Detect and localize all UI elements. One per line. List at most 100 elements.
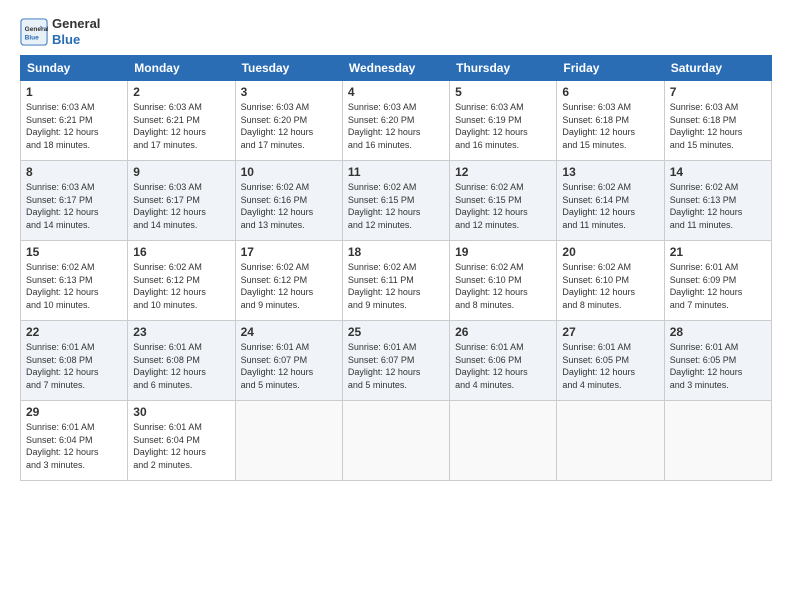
day-number: 24 [241, 325, 337, 339]
day-number: 30 [133, 405, 229, 419]
day-number: 22 [26, 325, 122, 339]
day-number: 13 [562, 165, 658, 179]
calendar-cell: 11 Sunrise: 6:02 AMSunset: 6:15 PMDayligh… [342, 161, 449, 241]
calendar-cell: 8 Sunrise: 6:03 AMSunset: 6:17 PMDaylight… [21, 161, 128, 241]
day-info: Sunrise: 6:02 AMSunset: 6:10 PMDaylight:… [455, 261, 551, 311]
day-number: 26 [455, 325, 551, 339]
day-info: Sunrise: 6:01 AMSunset: 6:08 PMDaylight:… [133, 341, 229, 391]
day-number: 20 [562, 245, 658, 259]
calendar-cell: 15Sunrise: 6:02 AMSunset: 6:13 PMDayligh… [21, 241, 128, 321]
calendar-cell: 17 Sunrise: 6:02 AMSunset: 6:12 PMDayligh… [235, 241, 342, 321]
day-number: 10 [241, 165, 337, 179]
day-number: 7 [670, 85, 766, 99]
day-info: Sunrise: 6:03 AMSunset: 6:18 PMDaylight:… [562, 101, 658, 151]
header-tuesday: Tuesday [235, 56, 342, 81]
header-wednesday: Wednesday [342, 56, 449, 81]
day-number: 23 [133, 325, 229, 339]
day-number: 11 [348, 165, 444, 179]
day-info: Sunrise: 6:02 AMSunset: 6:15 PMDaylight:… [348, 181, 444, 231]
week-row-4: 22 Sunrise: 6:01 AMSunset: 6:08 PMDayligh… [21, 321, 772, 401]
header-sunday: Sunday [21, 56, 128, 81]
calendar-cell [664, 401, 771, 481]
calendar-cell: 30 Sunrise: 6:01 AMSunset: 6:04 PMDayligh… [128, 401, 235, 481]
day-info: Sunrise: 6:01 AMSunset: 6:07 PMDaylight:… [241, 341, 337, 391]
day-info: Sunrise: 6:01 AMSunset: 6:05 PMDaylight:… [670, 341, 766, 391]
calendar-cell: 26 Sunrise: 6:01 AMSunset: 6:06 PMDayligh… [450, 321, 557, 401]
day-info: Sunrise: 6:03 AMSunset: 6:18 PMDaylight:… [670, 101, 766, 151]
calendar-cell [342, 401, 449, 481]
day-number: 2 [133, 85, 229, 99]
day-number: 27 [562, 325, 658, 339]
day-info: Sunrise: 6:01 AMSunset: 6:04 PMDaylight:… [26, 421, 122, 471]
day-info: Sunrise: 6:02 AMSunset: 6:12 PMDaylight:… [241, 261, 337, 311]
day-number: 1 [26, 85, 122, 99]
day-info: Sunrise: 6:01 AMSunset: 6:04 PMDaylight:… [133, 421, 229, 471]
day-number: 18 [348, 245, 444, 259]
header-thursday: Thursday [450, 56, 557, 81]
day-number: 21 [670, 245, 766, 259]
day-info: Sunrise: 6:03 AMSunset: 6:20 PMDaylight:… [348, 101, 444, 151]
day-info: Sunrise: 6:02 AMSunset: 6:12 PMDaylight:… [133, 261, 229, 311]
calendar-cell: 6 Sunrise: 6:03 AMSunset: 6:18 PMDaylight… [557, 81, 664, 161]
week-row-5: 29 Sunrise: 6:01 AMSunset: 6:04 PMDayligh… [21, 401, 772, 481]
logo-blue: Blue [52, 32, 100, 48]
day-number: 16 [133, 245, 229, 259]
calendar-cell [557, 401, 664, 481]
calendar-cell: 13 Sunrise: 6:02 AMSunset: 6:14 PMDayligh… [557, 161, 664, 241]
calendar-cell: 20 Sunrise: 6:02 AMSunset: 6:10 PMDayligh… [557, 241, 664, 321]
logo-general: General [52, 16, 100, 31]
calendar-cell: 5 Sunrise: 6:03 AMSunset: 6:19 PMDaylight… [450, 81, 557, 161]
calendar-cell [235, 401, 342, 481]
day-number: 17 [241, 245, 337, 259]
calendar-cell: 28Sunrise: 6:01 AMSunset: 6:05 PMDayligh… [664, 321, 771, 401]
calendar-cell: 24 Sunrise: 6:01 AMSunset: 6:07 PMDayligh… [235, 321, 342, 401]
calendar-cell [450, 401, 557, 481]
day-number: 3 [241, 85, 337, 99]
calendar-cell: 23 Sunrise: 6:01 AMSunset: 6:08 PMDayligh… [128, 321, 235, 401]
day-number: 8 [26, 165, 122, 179]
day-number: 9 [133, 165, 229, 179]
svg-text:Blue: Blue [25, 34, 39, 41]
day-info: Sunrise: 6:03 AMSunset: 6:17 PMDaylight:… [133, 181, 229, 231]
day-number: 25 [348, 325, 444, 339]
week-row-3: 15Sunrise: 6:02 AMSunset: 6:13 PMDayligh… [21, 241, 772, 321]
day-number: 6 [562, 85, 658, 99]
calendar-cell: 12Sunrise: 6:02 AMSunset: 6:15 PMDayligh… [450, 161, 557, 241]
calendar-cell: 18Sunrise: 6:02 AMSunset: 6:11 PMDayligh… [342, 241, 449, 321]
day-info: Sunrise: 6:02 AMSunset: 6:13 PMDaylight:… [670, 181, 766, 231]
day-info: Sunrise: 6:03 AMSunset: 6:17 PMDaylight:… [26, 181, 122, 231]
day-number: 19 [455, 245, 551, 259]
header-friday: Friday [557, 56, 664, 81]
day-info: Sunrise: 6:01 AMSunset: 6:08 PMDaylight:… [26, 341, 122, 391]
calendar-cell: 19 Sunrise: 6:02 AMSunset: 6:10 PMDayligh… [450, 241, 557, 321]
day-number: 29 [26, 405, 122, 419]
logo: General Blue General Blue [20, 16, 100, 47]
calendar-cell: 25 Sunrise: 6:01 AMSunset: 6:07 PMDayligh… [342, 321, 449, 401]
calendar-cell: 4 Sunrise: 6:03 AMSunset: 6:20 PMDaylight… [342, 81, 449, 161]
week-row-2: 8 Sunrise: 6:03 AMSunset: 6:17 PMDaylight… [21, 161, 772, 241]
day-info: Sunrise: 6:03 AMSunset: 6:21 PMDaylight:… [26, 101, 122, 151]
day-info: Sunrise: 6:02 AMSunset: 6:14 PMDaylight:… [562, 181, 658, 231]
day-number: 4 [348, 85, 444, 99]
day-info: Sunrise: 6:02 AMSunset: 6:16 PMDaylight:… [241, 181, 337, 231]
calendar-header-row: SundayMondayTuesdayWednesdayThursdayFrid… [21, 56, 772, 81]
day-info: Sunrise: 6:03 AMSunset: 6:19 PMDaylight:… [455, 101, 551, 151]
day-info: Sunrise: 6:03 AMSunset: 6:21 PMDaylight:… [133, 101, 229, 151]
calendar-cell: 1 Sunrise: 6:03 AMSunset: 6:21 PMDaylight… [21, 81, 128, 161]
calendar-cell: 9 Sunrise: 6:03 AMSunset: 6:17 PMDaylight… [128, 161, 235, 241]
day-info: Sunrise: 6:01 AMSunset: 6:07 PMDaylight:… [348, 341, 444, 391]
calendar-cell: 2 Sunrise: 6:03 AMSunset: 6:21 PMDaylight… [128, 81, 235, 161]
day-info: Sunrise: 6:02 AMSunset: 6:15 PMDaylight:… [455, 181, 551, 231]
svg-text:General: General [25, 26, 48, 33]
day-number: 5 [455, 85, 551, 99]
calendar-cell: 10 Sunrise: 6:02 AMSunset: 6:16 PMDayligh… [235, 161, 342, 241]
calendar-cell: 14Sunrise: 6:02 AMSunset: 6:13 PMDayligh… [664, 161, 771, 241]
calendar-cell: 7 Sunrise: 6:03 AMSunset: 6:18 PMDaylight… [664, 81, 771, 161]
calendar: SundayMondayTuesdayWednesdayThursdayFrid… [20, 55, 772, 481]
day-info: Sunrise: 6:02 AMSunset: 6:10 PMDaylight:… [562, 261, 658, 311]
logo-icon: General Blue [20, 18, 48, 46]
calendar-cell: 27Sunrise: 6:01 AMSunset: 6:05 PMDayligh… [557, 321, 664, 401]
header-saturday: Saturday [664, 56, 771, 81]
day-info: Sunrise: 6:01 AMSunset: 6:09 PMDaylight:… [670, 261, 766, 311]
day-info: Sunrise: 6:01 AMSunset: 6:06 PMDaylight:… [455, 341, 551, 391]
